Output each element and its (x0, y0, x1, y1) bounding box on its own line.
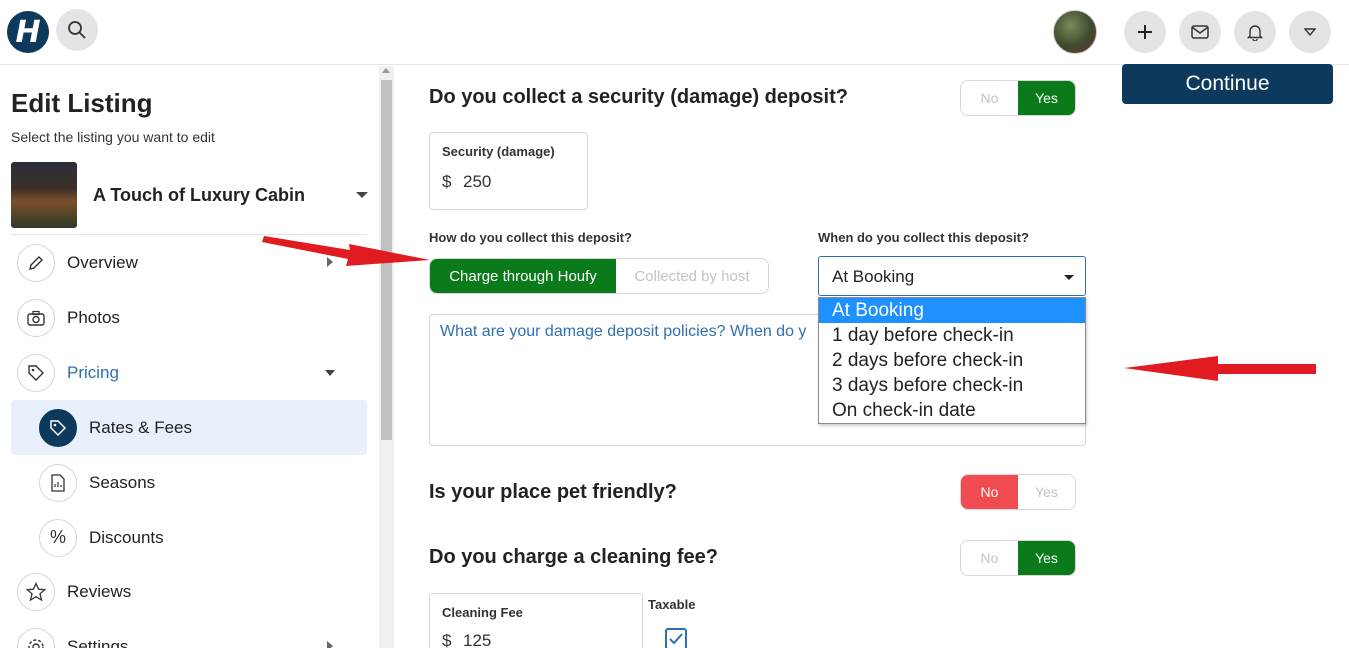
scroll-up-icon[interactable] (382, 68, 390, 73)
dropdown-option[interactable]: 1 day before check-in (819, 323, 1085, 348)
dropdown-option[interactable]: 2 days before check-in (819, 348, 1085, 373)
annotation-arrow-left (262, 236, 430, 266)
camera-icon (17, 298, 55, 337)
when-collect-dropdown-list[interactable]: At Booking 1 day before check-in 2 days … (818, 297, 1086, 424)
sidebar-item-discounts[interactable]: % Discounts (11, 510, 367, 565)
textarea-placeholder: What are your damage deposit policies? W… (440, 323, 807, 340)
bell-icon[interactable] (1234, 11, 1276, 53)
sidebar-item-label: Seasons (89, 472, 156, 492)
cleaning-no-option[interactable]: No (961, 541, 1018, 575)
cleaning-yes-option[interactable]: Yes (1018, 541, 1075, 575)
sidebar-item-seasons[interactable]: Seasons (11, 455, 367, 510)
taxable-label: Taxable (648, 597, 696, 612)
currency-symbol: $ (442, 172, 452, 191)
page-subtitle: Select the listing you want to edit (11, 129, 215, 145)
deposit-amount-input[interactable]: 250 (463, 172, 491, 192)
star-icon (17, 572, 55, 611)
pencil-icon (17, 243, 55, 282)
currency-symbol: $ (442, 631, 452, 648)
cleaning-amount-input[interactable]: 125 (463, 631, 491, 648)
mail-icon[interactable] (1179, 11, 1221, 53)
chevron-down-icon (325, 370, 335, 376)
sidebar-item-label: Settings (67, 636, 129, 648)
listing-caret-icon[interactable] (356, 192, 368, 198)
cleaning-question: Do you charge a cleaning fee? (429, 546, 718, 568)
sidebar-item-label: Rates & Fees (89, 417, 192, 437)
annotation-arrow-right (1124, 356, 1316, 381)
search-icon[interactable] (56, 9, 98, 51)
field-label: Security (damage) (442, 144, 555, 159)
top-bar: H (0, 0, 1349, 65)
sidebar-item-pricing[interactable]: Pricing (11, 345, 367, 400)
field-label: Cleaning Fee (442, 605, 523, 620)
sidebar-item-photos[interactable]: Photos (11, 290, 367, 345)
sidebar-item-label: Photos (67, 307, 120, 327)
listing-name[interactable]: A Touch of Luxury Cabin (93, 185, 305, 206)
deposit-toggle[interactable]: No Yes (960, 80, 1076, 116)
sidebar-item-rates-fees[interactable]: Rates & Fees (11, 400, 367, 455)
chevron-right-icon (327, 641, 333, 648)
deposit-no-option[interactable]: No (961, 81, 1018, 115)
cleaning-fee-field[interactable]: Cleaning Fee $ 125 (429, 593, 643, 648)
plus-icon[interactable] (1124, 11, 1166, 53)
sidebar-item-label: Discounts (89, 527, 164, 547)
deposit-question: Do you collect a security (damage) depos… (429, 86, 848, 108)
document-icon (39, 463, 77, 502)
sidebar-item-label: Reviews (67, 581, 132, 601)
pets-yes-option[interactable]: Yes (1018, 475, 1075, 509)
chevron-down-icon (1064, 275, 1074, 280)
pets-toggle[interactable]: No Yes (960, 474, 1076, 510)
sidebar-item-reviews[interactable]: Reviews (11, 564, 367, 619)
pets-no-option[interactable]: No (961, 475, 1018, 509)
sidebar: Edit Listing Select the listing you want… (0, 66, 378, 648)
charge-through-houfy-option[interactable]: Charge through Houfy (430, 259, 616, 293)
user-avatar[interactable] (1053, 10, 1097, 54)
tag-icon (39, 408, 77, 447)
sidebar-item-label: Overview (67, 252, 138, 272)
deposit-yes-option[interactable]: Yes (1018, 81, 1075, 115)
when-collect-select[interactable]: At Booking (818, 256, 1086, 296)
check-icon (669, 633, 683, 645)
dropdown-option[interactable]: At Booking (819, 298, 1085, 323)
page-title: Edit Listing (11, 88, 153, 118)
dropdown-option[interactable]: On check-in date (819, 398, 1085, 423)
dropdown-option[interactable]: 3 days before check-in (819, 373, 1085, 398)
chevron-down-icon[interactable] (1289, 11, 1331, 53)
pets-question: Is your place pet friendly? (429, 481, 677, 503)
collected-by-host-option[interactable]: Collected by host (616, 259, 768, 293)
when-collect-label: When do you collect this deposit? (818, 230, 1029, 245)
select-value: At Booking (832, 267, 915, 286)
sidebar-item-label: Pricing (67, 362, 119, 382)
taxable-checkbox[interactable] (665, 628, 687, 648)
gear-icon (17, 627, 55, 648)
listing-thumbnail (11, 162, 77, 228)
tag-icon (17, 353, 55, 392)
security-deposit-field[interactable]: Security (damage) $ 250 (429, 132, 588, 210)
how-collect-label: How do you collect this deposit? (429, 230, 632, 245)
sidebar-item-settings[interactable]: Settings (11, 619, 367, 648)
collect-method-toggle[interactable]: Charge through Houfy Collected by host (429, 258, 769, 294)
percent-icon: % (39, 518, 77, 557)
cleaning-toggle[interactable]: No Yes (960, 540, 1076, 576)
houfy-logo[interactable]: H (7, 11, 49, 53)
continue-button[interactable]: Continue (1122, 64, 1333, 104)
